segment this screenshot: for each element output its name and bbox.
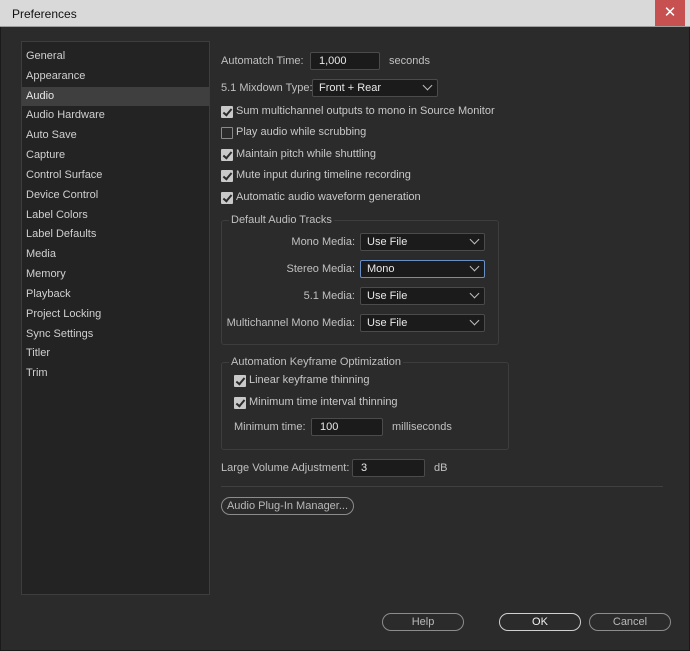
checkbox-box: [221, 192, 233, 204]
default-audio-tracks-title: Default Audio Tracks: [229, 214, 334, 226]
play-audio-scrubbing-checkbox[interactable]: Play audio while scrubbing: [221, 125, 401, 141]
play-audio-scrubbing-label: Play audio while scrubbing: [236, 126, 367, 138]
sidebar-item-appearance[interactable]: Appearance: [22, 67, 209, 86]
sidebar-item-capture[interactable]: Capture: [22, 146, 209, 165]
audio-plugin-manager-button[interactable]: Audio Plug-In Manager...: [221, 497, 354, 515]
category-list: General Appearance Audio Audio Hardware …: [21, 41, 210, 595]
automatch-time-unit: seconds: [389, 55, 430, 67]
linear-thinning-label: Linear keyframe thinning: [249, 374, 370, 386]
linear-thinning-checkbox[interactable]: Linear keyframe thinning: [234, 373, 394, 389]
stereo-media-label: Stereo Media:: [286, 263, 355, 275]
mono-media-label: Mono Media:: [291, 236, 355, 248]
chevron-down-icon: [469, 261, 480, 272]
sidebar-item-label-colors[interactable]: Label Colors: [22, 206, 209, 225]
section-divider: [221, 486, 663, 487]
chevron-down-icon: [469, 234, 480, 245]
chevron-down-icon: [469, 288, 480, 299]
auto-waveform-label: Automatic audio waveform generation: [236, 191, 421, 203]
volume-adjustment-input[interactable]: [352, 459, 425, 477]
volume-adjustment-label: Large Volume Adjustment:: [221, 462, 350, 474]
checkbox-box: [221, 149, 233, 161]
mixdown-type-value: Front + Rear: [319, 82, 382, 94]
sidebar-item-control-surface[interactable]: Control Surface: [22, 166, 209, 185]
sidebar-item-sync-settings[interactable]: Sync Settings: [22, 325, 209, 344]
surround-media-label: 5.1 Media:: [303, 290, 355, 302]
sidebar-item-general[interactable]: General: [22, 47, 209, 66]
automatch-time-label: Automatch Time:: [221, 55, 304, 67]
sidebar-item-project-locking[interactable]: Project Locking: [22, 305, 209, 324]
keyframe-optimization-title: Automation Keyframe Optimization: [229, 356, 403, 368]
sidebar-item-media[interactable]: Media: [22, 245, 209, 264]
sum-multichannel-checkbox[interactable]: Sum multichannel outputs to mono in Sour…: [221, 104, 511, 120]
ok-button[interactable]: OK: [499, 613, 581, 631]
volume-adjustment-unit: dB: [434, 462, 448, 474]
sidebar-item-playback[interactable]: Playback: [22, 285, 209, 304]
mixdown-type-label: 5.1 Mixdown Type:: [221, 82, 313, 94]
sum-multichannel-label: Sum multichannel outputs to mono in Sour…: [236, 105, 495, 117]
min-time-label: Minimum time:: [234, 421, 306, 433]
sidebar-item-auto-save[interactable]: Auto Save: [22, 126, 209, 145]
sidebar-item-titler[interactable]: Titler: [22, 344, 209, 363]
mono-media-dropdown[interactable]: Use File: [360, 233, 485, 251]
sidebar-item-label-defaults[interactable]: Label Defaults: [22, 225, 209, 244]
mute-input-checkbox[interactable]: Mute input during timeline recording: [221, 168, 441, 184]
surround-media-dropdown[interactable]: Use File: [360, 287, 485, 305]
window-title: Preferences: [12, 7, 77, 21]
min-time-unit: milliseconds: [392, 421, 452, 433]
checkbox-box: [234, 397, 246, 409]
cancel-button[interactable]: Cancel: [589, 613, 671, 631]
maintain-pitch-label: Maintain pitch while shuttling: [236, 148, 377, 160]
sidebar-item-audio[interactable]: Audio: [22, 87, 209, 106]
sidebar-item-audio-hardware[interactable]: Audio Hardware: [22, 106, 209, 125]
close-icon[interactable]: ✕: [655, 0, 685, 26]
stereo-media-value: Mono: [367, 263, 395, 275]
chevron-down-icon: [422, 80, 433, 91]
multichannel-mono-dropdown[interactable]: Use File: [360, 314, 485, 332]
automatch-time-input[interactable]: [310, 52, 380, 70]
min-time-input[interactable]: [311, 418, 383, 436]
multichannel-mono-value: Use File: [367, 317, 408, 329]
mixdown-type-dropdown[interactable]: Front + Rear: [312, 79, 438, 97]
auto-waveform-checkbox[interactable]: Automatic audio waveform generation: [221, 190, 441, 206]
sidebar-item-memory[interactable]: Memory: [22, 265, 209, 284]
multichannel-mono-label: Multichannel Mono Media:: [226, 317, 355, 329]
sidebar-item-trim[interactable]: Trim: [22, 364, 209, 383]
checkbox-box: [234, 375, 246, 387]
stereo-media-dropdown[interactable]: Mono: [360, 260, 485, 278]
checkbox-box: [221, 170, 233, 182]
mono-media-value: Use File: [367, 236, 408, 248]
min-interval-thinning-label: Minimum time interval thinning: [249, 396, 398, 408]
title-bar: Preferences ✕: [0, 0, 690, 27]
help-button[interactable]: Help: [382, 613, 464, 631]
min-interval-thinning-checkbox[interactable]: Minimum time interval thinning: [234, 395, 414, 411]
surround-media-value: Use File: [367, 290, 408, 302]
checkbox-box: [221, 106, 233, 118]
preferences-window: General Appearance Audio Audio Hardware …: [0, 27, 690, 651]
chevron-down-icon: [469, 315, 480, 326]
sidebar-item-device-control[interactable]: Device Control: [22, 186, 209, 205]
maintain-pitch-checkbox[interactable]: Maintain pitch while shuttling: [221, 147, 401, 163]
mute-input-label: Mute input during timeline recording: [236, 169, 411, 181]
checkbox-box: [221, 127, 233, 139]
